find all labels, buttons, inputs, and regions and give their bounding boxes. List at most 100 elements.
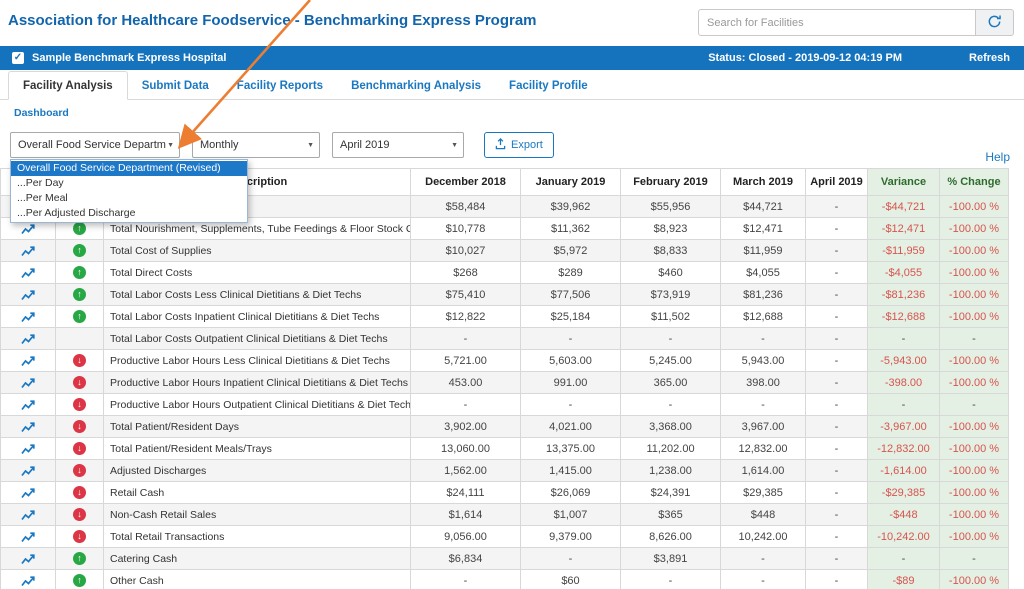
department-select-value: Overall Food Service Departm [18, 139, 166, 151]
line-chart-icon[interactable] [21, 222, 35, 234]
page: Association for Healthcare Foodservice -… [0, 0, 1024, 589]
value-cell: - [940, 328, 1009, 350]
department-select[interactable]: Overall Food Service Departm ▼ [10, 132, 180, 158]
value-cell: -100.00 % [940, 218, 1009, 240]
value-cell: $75,410 [411, 284, 521, 306]
value-cell: $29,385 [721, 482, 806, 504]
value-cell: $289 [521, 262, 621, 284]
value-cell: $12,471 [721, 218, 806, 240]
line-chart-icon[interactable] [21, 464, 35, 476]
line-chart-icon[interactable] [21, 530, 35, 542]
value-cell: $55,956 [621, 196, 721, 218]
dropdown-option[interactable]: ...Per Adjusted Discharge [11, 206, 247, 221]
dropdown-option[interactable]: ...Per Meal [11, 191, 247, 206]
value-cell: - [806, 284, 868, 306]
value-cell: - [521, 394, 621, 416]
value-cell: $10,027 [411, 240, 521, 262]
chart-cell [1, 372, 56, 394]
tab-bar: Facility AnalysisSubmit DataFacility Rep… [0, 70, 1024, 100]
dropdown-option[interactable]: ...Per Day [11, 176, 247, 191]
value-cell: - [411, 394, 521, 416]
line-chart-icon[interactable] [21, 508, 35, 520]
line-chart-icon[interactable] [21, 244, 35, 256]
description-cell: Adjusted Discharges [104, 460, 411, 482]
trend-cell: ↑ [56, 240, 104, 262]
value-cell: - [806, 460, 868, 482]
line-chart-icon[interactable] [21, 420, 35, 432]
line-chart-icon[interactable] [21, 376, 35, 388]
col-header-variance: Variance [868, 169, 940, 196]
trend-cell: ↓ [56, 350, 104, 372]
description-cell: Retail Cash [104, 482, 411, 504]
value-cell: $3,891 [621, 548, 721, 570]
tab-facility-profile[interactable]: Facility Profile [495, 71, 602, 100]
tab-facility-analysis[interactable]: Facility Analysis [8, 71, 128, 100]
description-cell: Total Labor Costs Outpatient Clinical Di… [104, 328, 411, 350]
trend-cell: ↓ [56, 504, 104, 526]
trend-up-icon: ↑ [73, 266, 86, 279]
value-cell: $1,007 [521, 504, 621, 526]
line-chart-icon[interactable] [21, 486, 35, 498]
line-chart-icon[interactable] [21, 266, 35, 278]
value-cell: - [721, 328, 806, 350]
line-chart-icon[interactable] [21, 398, 35, 410]
trend-down-icon: ↓ [73, 398, 86, 411]
value-cell: - [806, 372, 868, 394]
description-cell: Productive Labor Hours Outpatient Clinic… [104, 394, 411, 416]
value-cell: - [721, 548, 806, 570]
trend-cell [56, 328, 104, 350]
tab-submit-data[interactable]: Submit Data [128, 71, 223, 100]
line-chart-icon[interactable] [21, 310, 35, 322]
value-cell: -100.00 % [940, 240, 1009, 262]
breadcrumb-dashboard[interactable]: Dashboard [14, 107, 69, 119]
value-cell: $25,184 [521, 306, 621, 328]
frequency-select[interactable]: Monthly ▼ [192, 132, 320, 158]
chart-cell [1, 548, 56, 570]
value-cell: - [806, 218, 868, 240]
value-cell: - [521, 328, 621, 350]
trend-down-icon: ↓ [73, 530, 86, 543]
value-cell: -100.00 % [940, 196, 1009, 218]
value-cell: - [621, 394, 721, 416]
value-cell: -100.00 % [940, 350, 1009, 372]
line-chart-icon[interactable] [21, 332, 35, 344]
value-cell: - [806, 306, 868, 328]
value-cell: 13,375.00 [521, 438, 621, 460]
value-cell: 13,060.00 [411, 438, 521, 460]
dropdown-option[interactable]: Overall Food Service Department (Revised… [11, 161, 247, 176]
line-chart-icon[interactable] [21, 442, 35, 454]
value-cell: - [806, 482, 868, 504]
col-header-january-2019: January 2019 [521, 169, 621, 196]
value-cell: - [411, 328, 521, 350]
col-header-april-2019: April 2019 [806, 169, 868, 196]
table-row: ↑Catering Cash$6,834-$3,891---- [1, 548, 1009, 570]
tab-benchmarking-analysis[interactable]: Benchmarking Analysis [337, 71, 495, 100]
line-chart-icon[interactable] [21, 288, 35, 300]
value-cell: $44,721 [721, 196, 806, 218]
table-row: ↓Total Retail Transactions9,056.009,379.… [1, 526, 1009, 548]
table-row: ↓Productive Labor Hours Less Clinical Di… [1, 350, 1009, 372]
chart-cell [1, 394, 56, 416]
value-cell: 1,562.00 [411, 460, 521, 482]
line-chart-icon[interactable] [21, 574, 35, 586]
help-link[interactable]: Help [985, 150, 1010, 164]
hospital-checkbox[interactable]: ✓ [12, 52, 24, 64]
chart-cell [1, 328, 56, 350]
trend-cell: ↑ [56, 284, 104, 306]
value-cell: -398.00 [868, 372, 940, 394]
value-cell: $8,833 [621, 240, 721, 262]
trend-up-icon: ↑ [73, 244, 86, 257]
col-header-february-2019: February 2019 [621, 169, 721, 196]
controls-row: Overall Food Service Departm ▼ Monthly ▼… [10, 132, 554, 158]
description-cell: Catering Cash [104, 548, 411, 570]
tab-facility-reports[interactable]: Facility Reports [223, 71, 337, 100]
line-chart-icon[interactable] [21, 552, 35, 564]
period-select[interactable]: April 2019 ▼ [332, 132, 464, 158]
table-row: ↑Other Cash-$60----$89-100.00 % [1, 570, 1009, 589]
value-cell: 11,202.00 [621, 438, 721, 460]
search-input[interactable] [698, 9, 976, 36]
refresh-link[interactable]: Refresh [969, 52, 1010, 64]
export-button[interactable]: Export [484, 132, 554, 158]
line-chart-icon[interactable] [21, 354, 35, 366]
search-refresh-button[interactable] [976, 9, 1014, 36]
